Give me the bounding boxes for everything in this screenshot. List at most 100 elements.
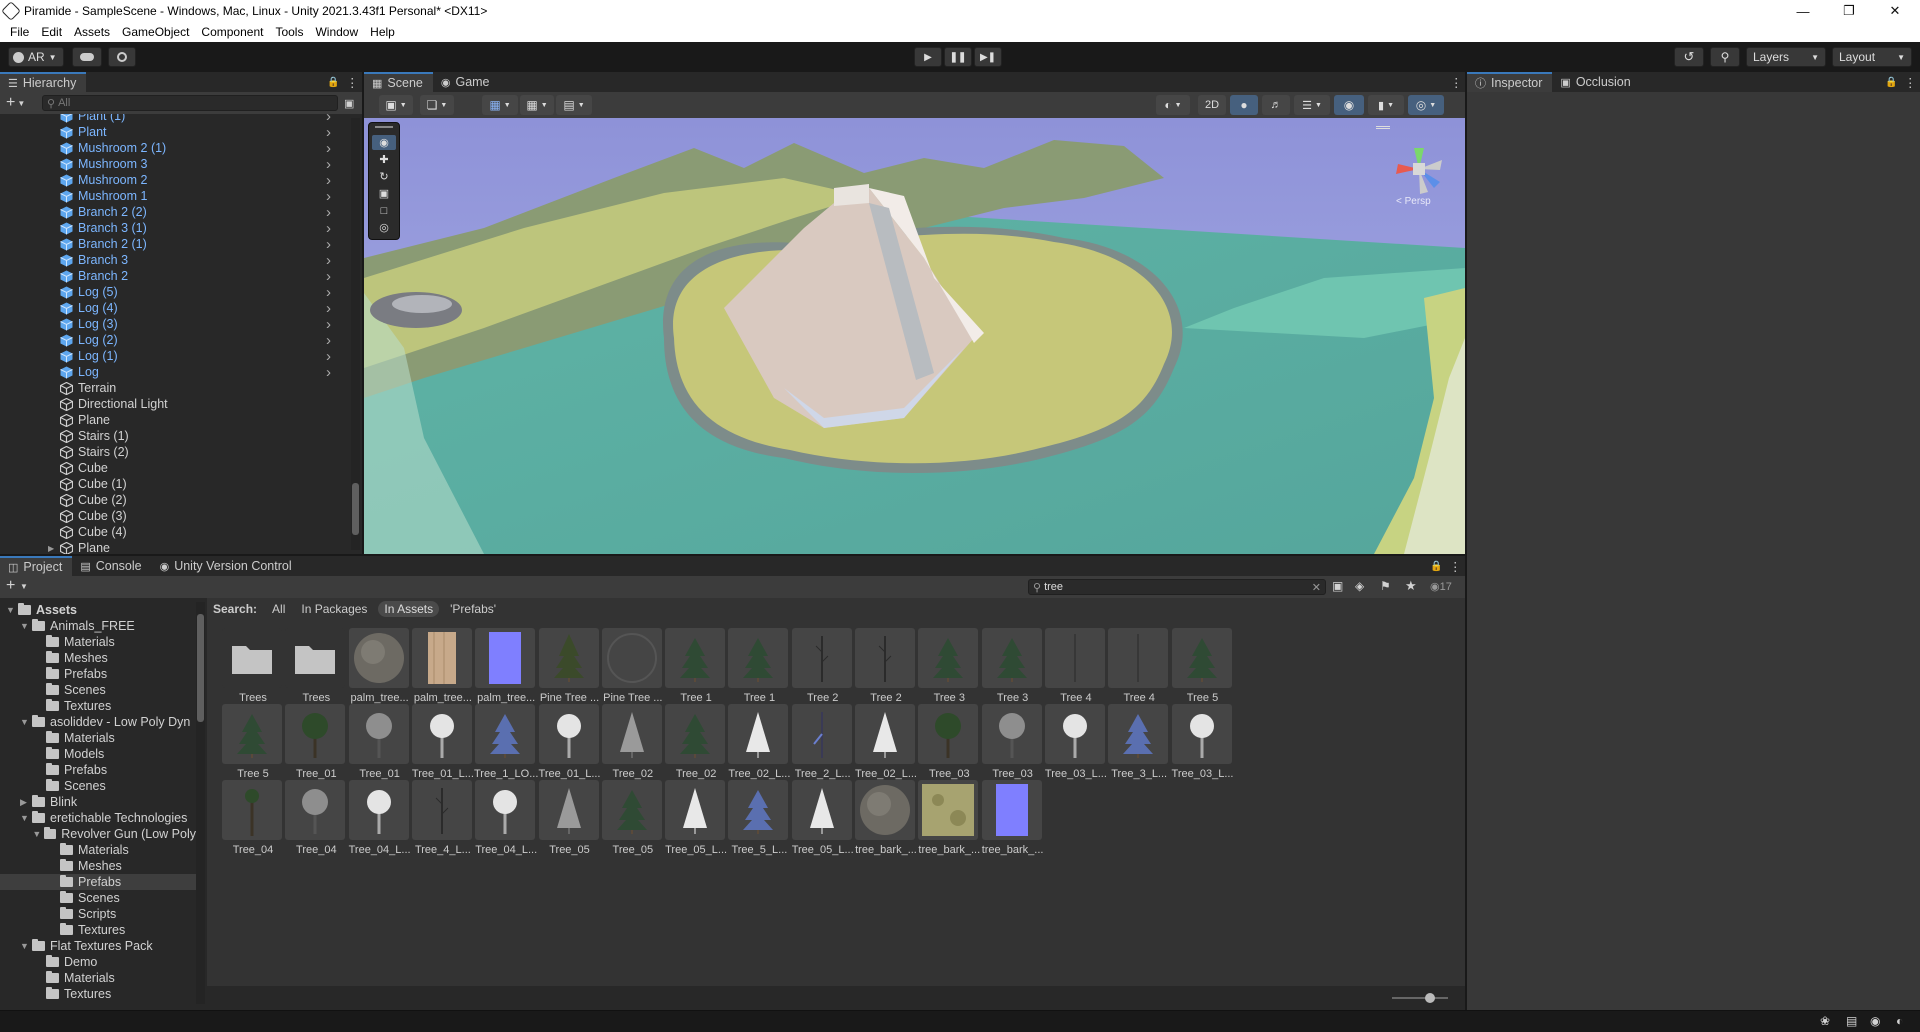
asset-tile[interactable]: Tree 4 [1044, 628, 1107, 706]
folder-tree-item[interactable]: ▼ Animals_FREE [0, 618, 196, 634]
hierarchy-item[interactable]: Log (1) › [0, 348, 345, 365]
open-prefab-icon[interactable]: › [326, 188, 331, 205]
tab-project[interactable]: ◫ Project [0, 556, 73, 576]
hierarchy-item[interactable]: Plant (1) › [0, 114, 345, 125]
open-prefab-icon[interactable]: › [326, 204, 331, 221]
tab-scene[interactable]: ▦ Scene [364, 72, 433, 92]
scene-viewport[interactable]: ◉ ✚ ↻ ▣ □ ◎ < Persp [364, 118, 1465, 554]
asset-tile[interactable]: Tree_03_L... [1044, 704, 1107, 782]
lock-icon[interactable]: 🔒 [327, 77, 339, 88]
hierarchy-item[interactable]: Branch 3 › [0, 252, 345, 269]
asset-tile[interactable]: Tree_05_L... [791, 780, 854, 858]
drag-handle[interactable] [375, 126, 393, 128]
asset-tile[interactable]: Tree_05 [601, 780, 664, 858]
asset-tile[interactable]: Tree_05_L... [665, 780, 727, 858]
asset-tile[interactable]: Tree_03 [981, 704, 1044, 782]
asset-tile[interactable]: Tree_04_L... [348, 780, 411, 858]
folder-tree-item[interactable]: Models [0, 746, 196, 762]
tab-game[interactable]: ◉ Game [433, 72, 500, 92]
expanded-arrow-icon[interactable]: ▼ [6, 605, 18, 615]
toggle-2d-button[interactable]: 2D [1198, 95, 1226, 115]
open-prefab-icon[interactable]: › [326, 220, 331, 237]
folder-tree-item[interactable]: ▼ eretichable Technologies [0, 810, 196, 826]
hierarchy-item[interactable]: Log (5) › [0, 284, 345, 301]
folder-tree-item[interactable]: Textures [0, 986, 196, 1002]
step-button[interactable]: ▶❚ [974, 47, 1002, 67]
zoom-slider-handle[interactable] [1425, 993, 1435, 1003]
measure-button[interactable]: ▤ ▼ [556, 95, 592, 115]
asset-tile[interactable]: Tree 2 [791, 628, 854, 706]
asset-tile[interactable]: Pine Tree ... [601, 628, 664, 706]
asset-tile[interactable]: Tree 5 [1171, 628, 1234, 706]
rotate-tool-button[interactable]: ↻ [372, 169, 396, 184]
tab-hierarchy[interactable]: ☰ Hierarchy [0, 72, 87, 92]
asset-tile[interactable]: Tree_03 [918, 704, 980, 782]
open-prefab-icon[interactable]: › [326, 300, 331, 317]
filter-in-assets[interactable]: In Assets [378, 601, 440, 617]
hierarchy-item[interactable]: ▶ Plane [0, 540, 345, 554]
open-prefab-icon[interactable]: › [326, 140, 331, 157]
folder-tree-item[interactable]: ▶ Blink [0, 794, 196, 810]
chevron-down-icon[interactable]: ▼ [20, 582, 28, 591]
asset-tile[interactable]: Tree_4_L... [411, 780, 474, 858]
filter-in-packages[interactable]: In Packages [296, 601, 372, 617]
menu-file[interactable]: File [4, 25, 35, 39]
tab-console[interactable]: ▤ Console [72, 556, 151, 576]
search-by-type-icon[interactable]: ▣ [1332, 579, 1343, 593]
asset-tile[interactable]: Tree 3 [981, 628, 1044, 706]
scale-tool-button[interactable]: ▣ [372, 186, 396, 201]
folder-tree-item[interactable]: ▼ Revolver Gun (Low Poly [0, 826, 196, 842]
open-prefab-icon[interactable]: › [326, 252, 331, 269]
asset-tile[interactable]: Tree_02_L... [728, 704, 790, 782]
lock-icon[interactable]: 🔒 [1885, 77, 1897, 88]
add-icon[interactable]: + [6, 94, 15, 112]
bake-icon[interactable]: ◉ [1870, 1014, 1880, 1028]
asset-tile[interactable]: Tree_01_L... [411, 704, 474, 782]
kebab-menu-icon[interactable]: ⋮ [1450, 75, 1463, 90]
collapsed-arrow-icon[interactable]: ▶ [20, 797, 32, 808]
hierarchy-item[interactable]: Cube (1) [0, 476, 345, 492]
open-prefab-icon[interactable]: › [326, 124, 331, 141]
lighting-toggle[interactable]: ● [1230, 95, 1258, 115]
orientation-gizmo[interactable]: < Persp [1384, 134, 1454, 207]
asset-tile[interactable]: Tree_04 [222, 780, 284, 858]
open-prefab-icon[interactable]: › [326, 316, 331, 333]
draw-mode-dropdown[interactable]: ▣ ▼ [379, 95, 413, 115]
gizmos-dropdown[interactable]: ◎ ▼ [1408, 95, 1444, 115]
expanded-arrow-icon[interactable]: ▼ [20, 813, 32, 823]
pause-button[interactable]: ❚❚ [944, 47, 972, 67]
expanded-arrow-icon[interactable]: ▼ [20, 621, 32, 631]
folder-tree-item[interactable]: Meshes [0, 650, 196, 666]
tag-icon[interactable]: ⚑ [1380, 579, 1391, 593]
audio-toggle[interactable]: ♬ [1262, 95, 1290, 115]
asset-tile[interactable]: Tree_03_L... [1171, 704, 1234, 782]
open-prefab-icon[interactable]: › [326, 172, 331, 189]
asset-tile[interactable]: Tree_01 [285, 704, 347, 782]
hierarchy-item[interactable]: Terrain [0, 380, 345, 396]
snap-increment-button[interactable]: ▦ ▼ [520, 95, 554, 115]
asset-tile[interactable]: Tree 2 [855, 628, 917, 706]
grid-snap-button[interactable]: ▦ ▼ [482, 95, 518, 115]
hierarchy-item[interactable]: Mushroom 3 › [0, 156, 345, 173]
asset-tile[interactable]: tree_bark_... [981, 780, 1044, 858]
asset-tile[interactable]: palm_tree... [411, 628, 474, 706]
hierarchy-item[interactable]: Mushroom 2 (1) › [0, 140, 345, 157]
cache-icon[interactable]: ▤ [1846, 1014, 1857, 1028]
folder-tree-item[interactable]: Meshes [0, 858, 196, 874]
asset-tile[interactable]: Tree_05 [538, 780, 601, 858]
hierarchy-item[interactable]: Directional Light [0, 396, 345, 412]
camera-dropdown[interactable]: ▮ ▼ [1368, 95, 1404, 115]
asset-tile[interactable]: Tree 5 [222, 704, 284, 782]
rect-tool-button[interactable]: □ [372, 203, 396, 218]
asset-tile[interactable]: Tree_2_L... [791, 704, 854, 782]
services-button[interactable] [108, 47, 136, 67]
folder-tree-item[interactable]: ▼ asoliddev - Low Poly Dyn [0, 714, 196, 730]
hierarchy-item[interactable]: Log › [0, 364, 345, 381]
tree-scrollbar[interactable] [196, 602, 205, 1004]
folder-tree-item[interactable]: Prefabs [0, 666, 196, 682]
open-prefab-icon[interactable]: › [326, 268, 331, 285]
star-icon[interactable]: ★ [1405, 578, 1417, 594]
menu-window[interactable]: Window [309, 25, 364, 39]
kebab-menu-icon[interactable]: ⋮ [1904, 75, 1917, 90]
lock-icon[interactable]: 🔒 [1430, 561, 1442, 572]
